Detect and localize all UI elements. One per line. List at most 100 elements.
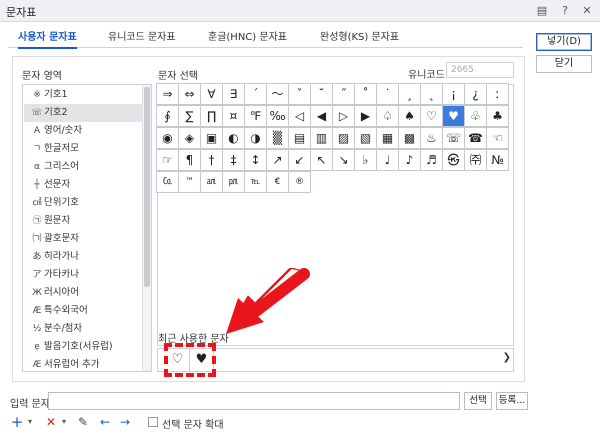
area-item[interactable]: ㈀ 괄호문자: [24, 230, 142, 248]
char-cell[interactable]: ◁: [288, 105, 311, 127]
char-cell[interactable]: ↖: [310, 149, 333, 171]
edit-icon[interactable]: ✎: [76, 414, 90, 430]
register-button[interactable]: 등록...: [496, 392, 528, 410]
char-cell[interactable]: ↕: [244, 149, 267, 171]
char-cell[interactable]: ´: [244, 83, 267, 105]
char-cell[interactable]: ¸: [398, 83, 421, 105]
area-list[interactable]: ※ 기호1 ☏기호2 A 영어/숫자 ㄱ 한글저모 α 그리스어 ┼ 선문자 ㎠ 단위기호 ㉠ 원문자 ㈀ 괄호…: [22, 84, 152, 372]
area-item[interactable]: Ж 러시아어: [24, 284, 142, 302]
char-cell[interactable]: ⇒: [156, 83, 179, 105]
area-item[interactable]: ☏기호2: [24, 104, 142, 122]
char-cell[interactable]: ◐: [222, 127, 245, 149]
char-cell[interactable]: ▶: [354, 105, 377, 127]
enlarge-checkbox[interactable]: [148, 417, 158, 427]
char-cell[interactable]: †: [200, 149, 223, 171]
char-cell[interactable]: ▨: [332, 127, 355, 149]
char-cell[interactable]: ㏘: [222, 171, 245, 193]
close-button[interactable]: 닫기: [536, 55, 592, 73]
char-cell[interactable]: ▥: [310, 127, 333, 149]
char-cell[interactable]: ☜: [486, 127, 509, 149]
prev-icon[interactable]: ←: [98, 414, 112, 430]
area-item[interactable]: ½ 분수/첨자: [24, 320, 142, 338]
char-cell[interactable]: ♭: [354, 149, 377, 171]
char-cell[interactable]: ♡: [420, 105, 443, 127]
char-cell[interactable]: ‰: [266, 105, 289, 127]
char-cell[interactable]: ㏇: [156, 171, 179, 193]
next-icon[interactable]: →: [118, 414, 132, 430]
select-button[interactable]: 선택: [464, 392, 492, 410]
char-cell[interactable]: ˙: [376, 83, 399, 105]
recent-next-icon[interactable]: ❯: [503, 352, 511, 363]
char-cell[interactable]: ♪: [398, 149, 421, 171]
char-cell[interactable]: ◀: [310, 105, 333, 127]
char-cell[interactable]: ㈜: [464, 149, 487, 171]
char-cell[interactable]: ▷: [332, 105, 355, 127]
unicode-input[interactable]: 2665: [446, 62, 514, 78]
area-item[interactable]: ㎠ 단위기호: [24, 194, 142, 212]
char-cell[interactable]: ▒: [266, 127, 289, 149]
char-cell[interactable]: ¤: [222, 105, 245, 127]
input-chars-field[interactable]: [48, 392, 460, 410]
char-cell[interactable]: ▤: [288, 127, 311, 149]
char-cell[interactable]: ♤: [376, 105, 399, 127]
char-cell[interactable]: ▧: [354, 127, 377, 149]
char-cell[interactable]: ː: [486, 83, 509, 105]
remove-dropdown-icon[interactable]: ▾: [59, 414, 69, 430]
char-cell[interactable]: ㏂: [200, 171, 223, 193]
char-cell[interactable]: ∑: [178, 105, 201, 127]
char-cell[interactable]: ˝: [332, 83, 355, 105]
area-item[interactable]: α 그리스어: [24, 158, 142, 176]
area-item[interactable]: ㄱ 한글저모: [24, 140, 142, 158]
area-item[interactable]: ẹ 발음기호(서유럽): [24, 338, 142, 356]
char-cell[interactable]: ▩: [398, 127, 421, 149]
scroll-thumb[interactable]: [144, 87, 150, 287]
help-box-icon[interactable]: ▤: [533, 2, 551, 20]
area-item[interactable]: Æ 서유럽어 추가: [24, 356, 142, 371]
char-cell[interactable]: ¡: [442, 83, 465, 105]
char-cell[interactable]: ㉿: [442, 149, 465, 171]
char-cell[interactable]: ℡: [244, 171, 267, 193]
area-item[interactable]: ┼ 선문자: [24, 176, 142, 194]
area-item[interactable]: A 영어/숫자: [24, 122, 142, 140]
char-cell[interactable]: ˇ: [288, 83, 311, 105]
char-cell-selected[interactable]: ♥: [442, 105, 465, 127]
char-cell[interactable]: ♠: [398, 105, 421, 127]
char-cell[interactable]: ↙: [288, 149, 311, 171]
char-cell[interactable]: ↗: [266, 149, 289, 171]
add-dropdown-icon[interactable]: ▾: [25, 414, 35, 430]
char-cell[interactable]: №: [486, 149, 509, 171]
char-cell[interactable]: ˛: [420, 83, 443, 105]
char-cell[interactable]: ∀: [200, 83, 223, 105]
char-cell[interactable]: ♨: [420, 127, 443, 149]
char-cell[interactable]: ♬: [420, 149, 443, 171]
area-item[interactable]: ㉠ 원문자: [24, 212, 142, 230]
char-cell[interactable]: ～: [266, 83, 289, 105]
char-cell[interactable]: ™: [178, 171, 201, 193]
char-cell[interactable]: ¶: [178, 149, 201, 171]
close-icon[interactable]: ✕: [578, 2, 596, 20]
char-cell[interactable]: ♧: [464, 105, 487, 127]
char-cell[interactable]: ▦: [376, 127, 399, 149]
area-item[interactable]: ※ 기호1: [24, 86, 142, 104]
area-item[interactable]: ア 가타카나: [24, 266, 142, 284]
char-cell[interactable]: ♣: [486, 105, 509, 127]
tab-unicode-chars[interactable]: 유니코드 문자표: [108, 28, 176, 43]
char-cell[interactable]: €: [266, 171, 289, 193]
char-cell[interactable]: ◈: [178, 127, 201, 149]
char-cell[interactable]: ☏: [442, 127, 465, 149]
char-cell[interactable]: ∏: [200, 105, 223, 127]
char-cell[interactable]: ¿: [464, 83, 487, 105]
char-cell[interactable]: ®: [288, 171, 311, 193]
char-cell[interactable]: ◉: [156, 127, 179, 149]
char-cell[interactable]: ↘: [332, 149, 355, 171]
char-cell[interactable]: ♩: [376, 149, 399, 171]
char-cell[interactable]: ▣: [200, 127, 223, 149]
char-cell[interactable]: ˚: [354, 83, 377, 105]
char-cell[interactable]: ‡: [222, 149, 245, 171]
area-item[interactable]: あ 히라가나: [24, 248, 142, 266]
remove-icon[interactable]: ✕: [44, 414, 58, 430]
area-item[interactable]: Æ 특수외국어: [24, 302, 142, 320]
char-cell[interactable]: ℉: [244, 105, 267, 127]
char-cell[interactable]: ∮: [156, 105, 179, 127]
char-cell[interactable]: ⇔: [178, 83, 201, 105]
